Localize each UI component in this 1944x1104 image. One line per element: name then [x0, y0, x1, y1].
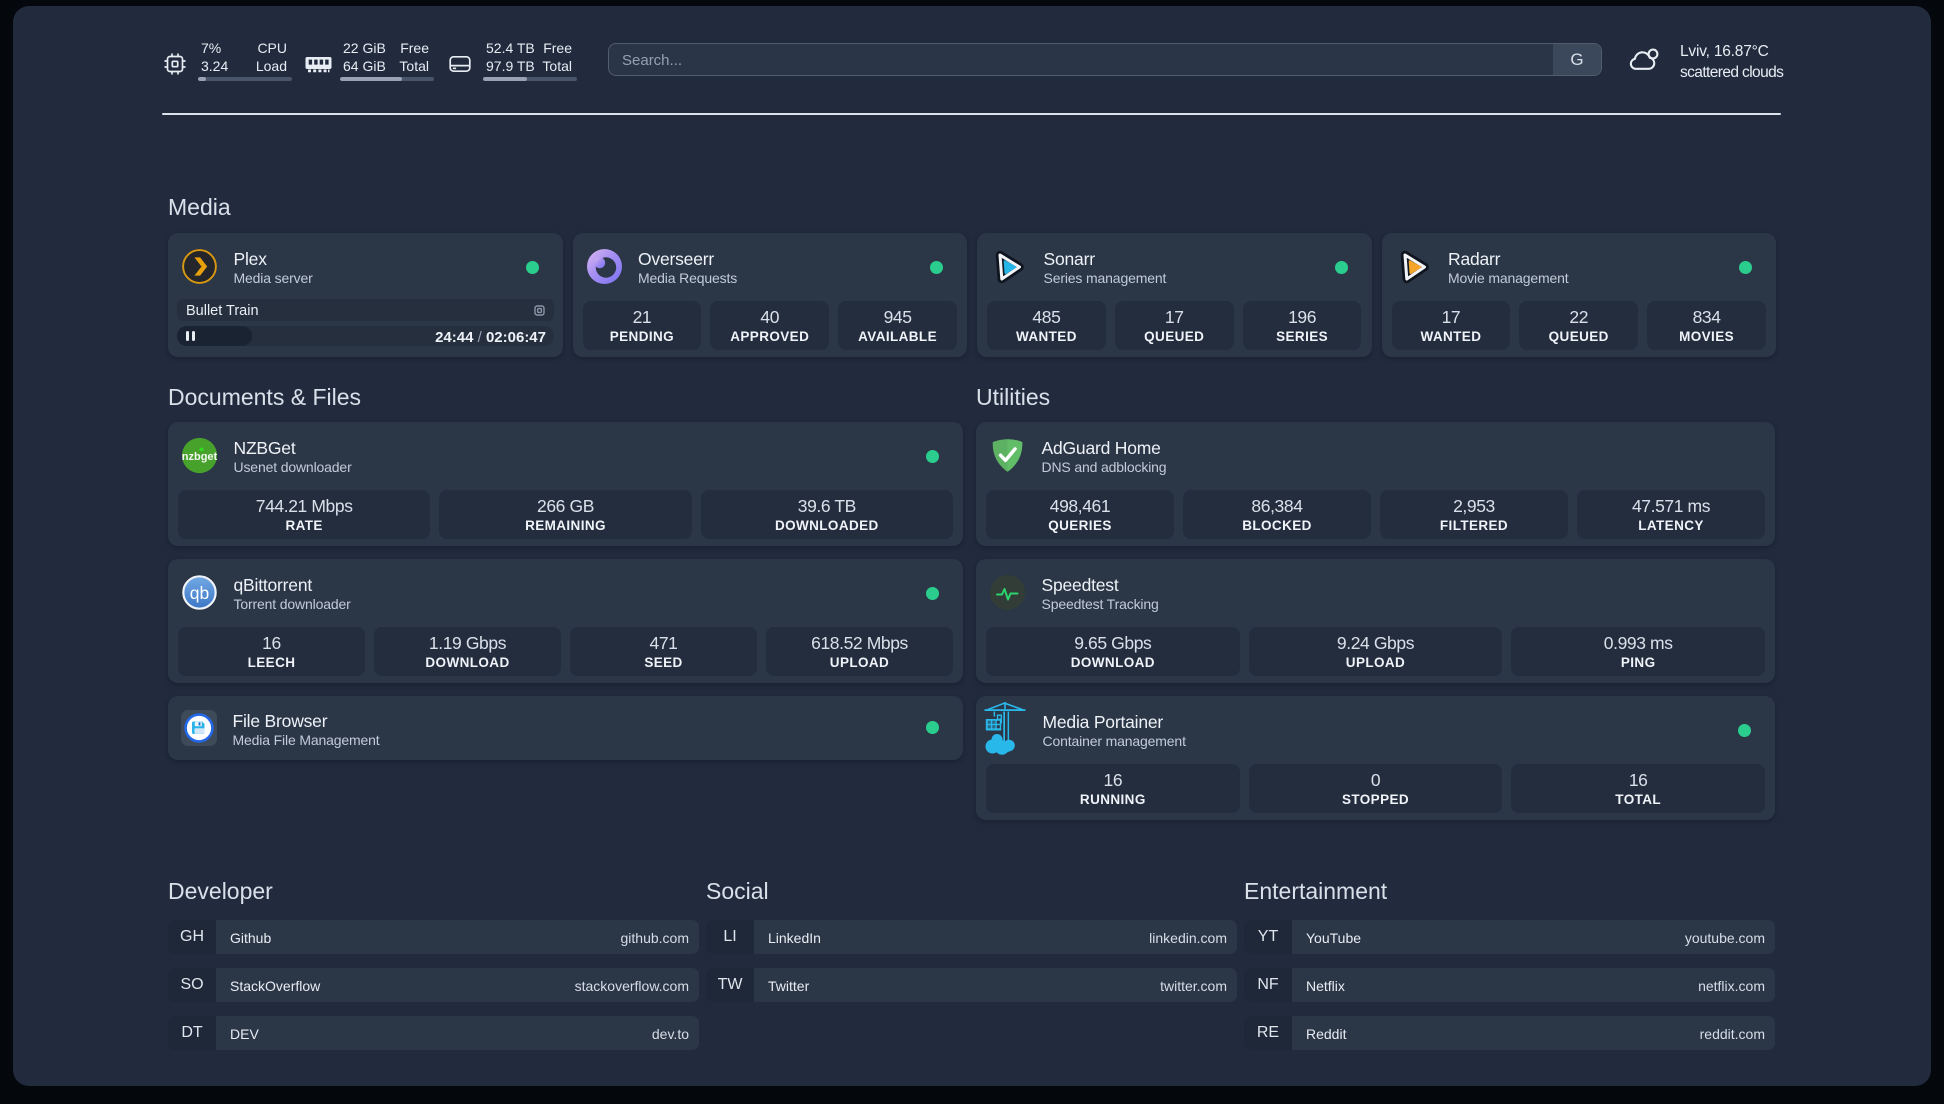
svg-text:qb: qb — [190, 583, 209, 603]
svg-text:nzbget: nzbget — [182, 451, 218, 463]
